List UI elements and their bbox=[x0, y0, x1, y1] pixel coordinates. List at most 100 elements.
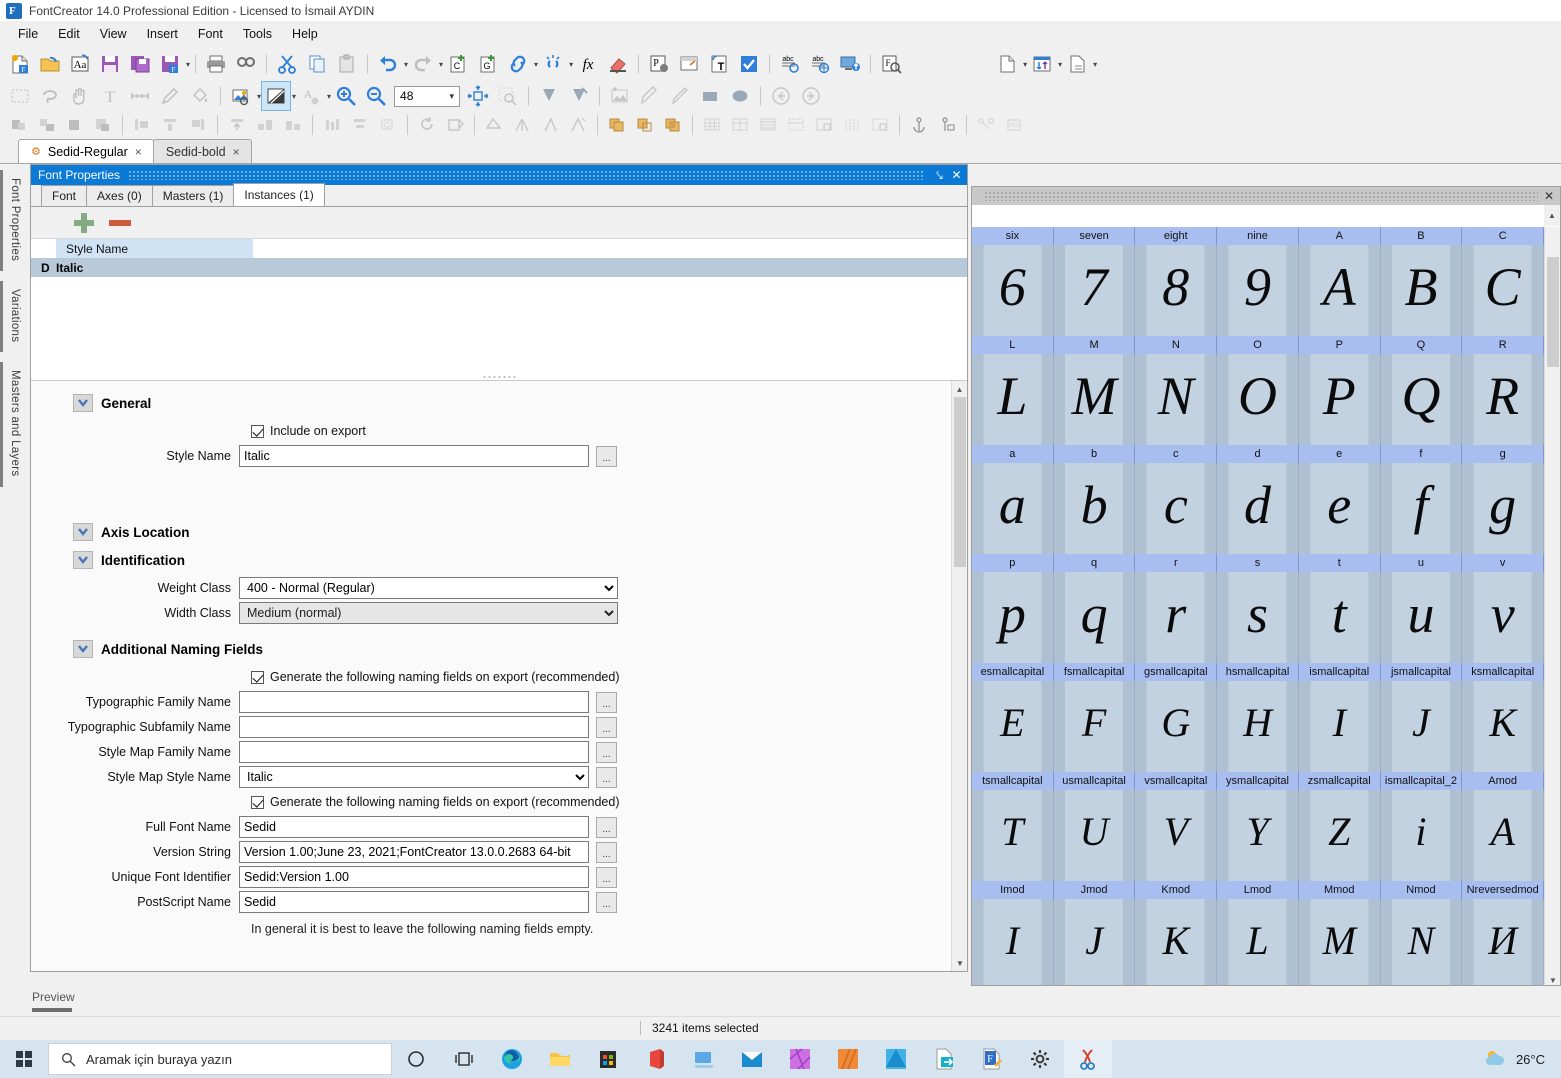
unlink-icon[interactable] bbox=[539, 50, 567, 78]
full-font-name-ellipsis-button[interactable]: ... bbox=[596, 816, 617, 838]
glyph-name-label[interactable]: u bbox=[1380, 554, 1463, 572]
font-aa-icon[interactable]: Aa bbox=[66, 50, 94, 78]
glyph-name-label[interactable]: vsmallcapital bbox=[1135, 772, 1218, 790]
remote-desktop-icon[interactable] bbox=[680, 1040, 728, 1078]
glyph-name-label[interactable]: e bbox=[1298, 445, 1381, 463]
glyph-name-label[interactable]: c bbox=[1135, 445, 1218, 463]
glyph-name-label[interactable]: Kmod bbox=[1135, 881, 1218, 899]
style-name-ellipsis-button[interactable]: ... bbox=[596, 445, 617, 467]
glyph-cell[interactable]: e bbox=[1298, 463, 1381, 554]
glyph-name-label[interactable]: R bbox=[1462, 336, 1544, 354]
glyph-cell[interactable]: J bbox=[1380, 681, 1463, 772]
rectangle-icon[interactable] bbox=[696, 82, 724, 110]
add-composite-icon[interactable]: C bbox=[444, 50, 472, 78]
glyph-cell[interactable]: d bbox=[1217, 463, 1299, 554]
align-3-icon[interactable] bbox=[62, 112, 88, 138]
tab-axes[interactable]: Axes (0) bbox=[86, 185, 153, 206]
glyph-name-label[interactable]: Jmod bbox=[1053, 881, 1136, 899]
edge-icon[interactable] bbox=[488, 1040, 536, 1078]
typographic-family-name-ellipsis-button[interactable]: ... bbox=[596, 691, 617, 713]
dist-3-icon[interactable] bbox=[185, 112, 211, 138]
glyph-cell[interactable]: i bbox=[1380, 790, 1463, 881]
office-icon[interactable] bbox=[632, 1040, 680, 1078]
glyph-cell[interactable]: t bbox=[1298, 572, 1381, 663]
preview-tab-label[interactable]: Preview bbox=[32, 990, 75, 1004]
font-inspect-icon[interactable]: F bbox=[877, 50, 905, 78]
microsoft-store-icon[interactable] bbox=[584, 1040, 632, 1078]
export-doc-dropdown-caret[interactable]: ▾ bbox=[1093, 60, 1097, 69]
overlap-1-icon[interactable] bbox=[604, 112, 630, 138]
glyph-cell[interactable]: c bbox=[1135, 463, 1218, 554]
flip-icon[interactable] bbox=[442, 112, 468, 138]
glyph-cell[interactable]: Q bbox=[1380, 354, 1463, 445]
windows-start-icon[interactable] bbox=[0, 1040, 48, 1078]
affinity-publisher-icon[interactable] bbox=[824, 1040, 872, 1078]
menu-item-edit[interactable]: Edit bbox=[48, 24, 90, 44]
affinity-designer-icon[interactable] bbox=[872, 1040, 920, 1078]
glyph-name-label[interactable]: O bbox=[1217, 336, 1299, 354]
scroll-up-arrow-icon[interactable]: ▲ bbox=[1544, 205, 1560, 226]
glyph-name-label[interactable]: Nreversedmod bbox=[1462, 881, 1544, 899]
validate-icon[interactable] bbox=[735, 50, 763, 78]
import-export-icon[interactable] bbox=[1028, 50, 1056, 78]
unique-font-identifier-ellipsis-button[interactable]: ... bbox=[596, 866, 617, 888]
glyph-name-label[interactable]: seven bbox=[1053, 227, 1136, 245]
save-icon[interactable] bbox=[96, 50, 124, 78]
fontcreator-icon[interactable]: F bbox=[968, 1040, 1016, 1078]
undo-icon[interactable] bbox=[374, 50, 402, 78]
typographic-subfamily-name-ellipsis-button[interactable]: ... bbox=[596, 716, 617, 738]
glyph-cell[interactable]: M bbox=[1298, 899, 1381, 985]
glyph-name-label[interactable]: L bbox=[972, 336, 1054, 354]
transform-text-icon[interactable]: T bbox=[705, 50, 733, 78]
task-view-icon[interactable] bbox=[440, 1040, 488, 1078]
glyph-name-label[interactable]: ksmallcapital bbox=[1462, 663, 1544, 681]
glyph-style-icon[interactable]: A bbox=[297, 82, 325, 110]
cut-icon[interactable] bbox=[273, 50, 301, 78]
table-icon[interactable]: HO bbox=[1001, 112, 1027, 138]
glyph-name-label[interactable]: v bbox=[1462, 554, 1544, 572]
grid-7-icon[interactable] bbox=[867, 112, 893, 138]
menu-item-insert[interactable]: Insert bbox=[137, 24, 188, 44]
glyph-name-label[interactable]: ismallcapital bbox=[1298, 663, 1381, 681]
grid-2-icon[interactable] bbox=[727, 112, 753, 138]
generate-naming-fields-checkbox-2[interactable] bbox=[251, 795, 264, 809]
preview-icon[interactable] bbox=[675, 50, 703, 78]
redo-dropdown-caret[interactable]: ▾ bbox=[439, 60, 443, 69]
glyph-cell[interactable]: P bbox=[1298, 354, 1381, 445]
glyph-cell[interactable]: 7 bbox=[1053, 245, 1136, 336]
document-tab-sedid-regular[interactable]: ⚙ Sedid-Regular × bbox=[18, 139, 154, 163]
save-as-icon[interactable]: F bbox=[156, 50, 184, 78]
include-on-export-checkbox[interactable] bbox=[251, 424, 264, 438]
add-glyph-icon[interactable]: G bbox=[474, 50, 502, 78]
paste-icon[interactable] bbox=[333, 50, 361, 78]
glyph-style-dropdown-caret[interactable]: ▾ bbox=[327, 92, 331, 101]
glyph-cell[interactable]: L bbox=[1217, 899, 1299, 985]
chevron-down-icon[interactable] bbox=[73, 523, 93, 541]
grid-1-icon[interactable] bbox=[699, 112, 725, 138]
version-string-input[interactable] bbox=[239, 841, 589, 863]
style-map-style-name-select[interactable]: Italic bbox=[239, 766, 589, 788]
export-doc-icon[interactable] bbox=[1063, 50, 1091, 78]
top-2-icon[interactable] bbox=[252, 112, 278, 138]
glyph-cell[interactable]: B bbox=[1380, 245, 1463, 336]
rotate-icon[interactable] bbox=[414, 112, 440, 138]
tab-instances[interactable]: Instances (1) bbox=[233, 183, 325, 206]
glyph-name-label[interactable]: Amod bbox=[1462, 772, 1544, 790]
forward-icon[interactable] bbox=[797, 82, 825, 110]
mirror-icon[interactable] bbox=[509, 112, 535, 138]
undo-dropdown-caret[interactable]: ▾ bbox=[404, 60, 408, 69]
hand-icon[interactable] bbox=[66, 82, 94, 110]
titlebar-grip[interactable] bbox=[128, 170, 923, 180]
new-project-dropdown-caret[interactable]: ▾ bbox=[1023, 60, 1027, 69]
pen-icon[interactable] bbox=[156, 82, 184, 110]
glyph-name-label[interactable]: P bbox=[1298, 336, 1381, 354]
glyph-name-label[interactable]: nine bbox=[1217, 227, 1299, 245]
find-icon[interactable] bbox=[232, 50, 260, 78]
save-as-dropdown-caret[interactable]: ▾ bbox=[186, 60, 190, 69]
new-font-icon[interactable]: F bbox=[6, 50, 34, 78]
scroll-down-arrow-icon[interactable]: ▼ bbox=[952, 955, 967, 971]
unique-font-identifier-input[interactable] bbox=[239, 866, 589, 888]
typographic-family-name-input[interactable] bbox=[239, 691, 589, 713]
scroll-down-arrow-icon[interactable]: ▼ bbox=[1545, 976, 1560, 985]
settings-icon[interactable] bbox=[1016, 1040, 1064, 1078]
